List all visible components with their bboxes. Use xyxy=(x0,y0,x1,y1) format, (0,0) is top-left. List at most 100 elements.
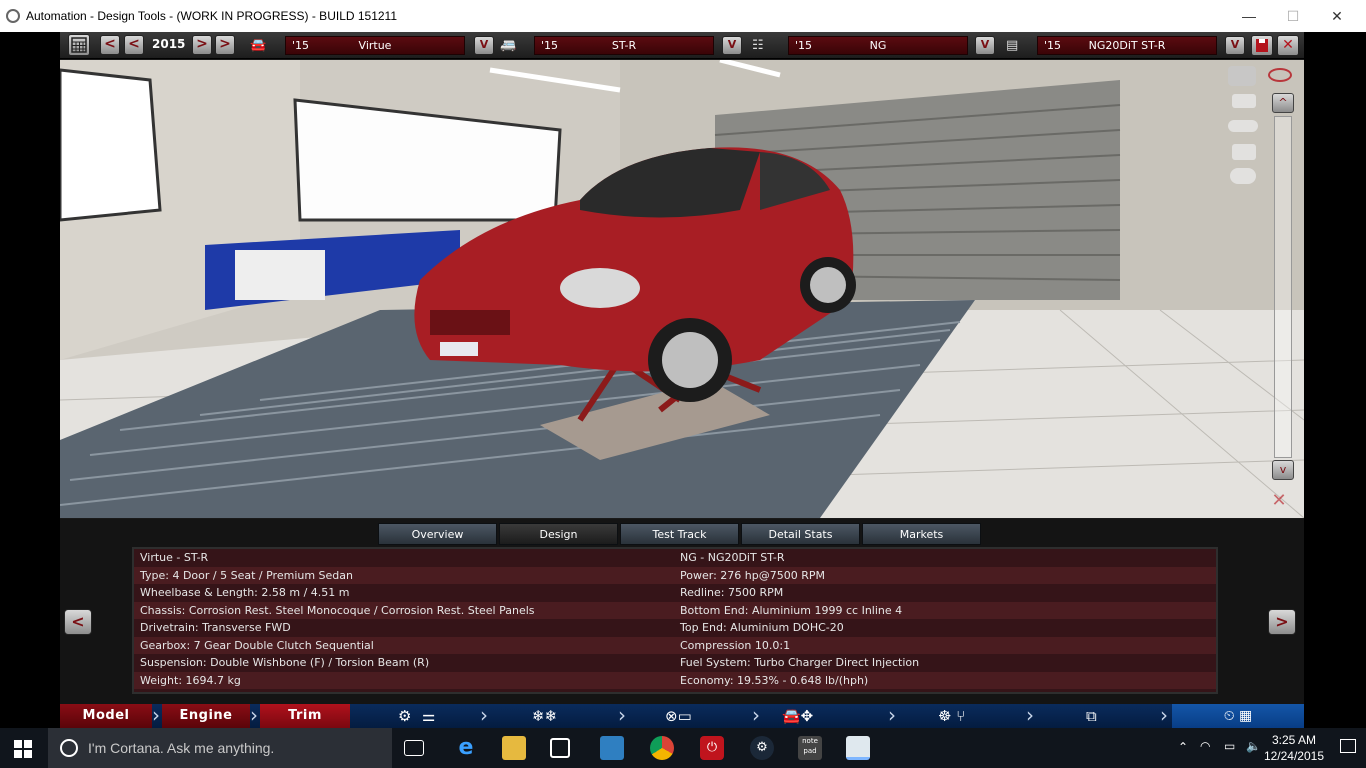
spec-weight: Weight: 1694.7 kg xyxy=(140,673,241,687)
car-model-icon: 🚘 xyxy=(250,38,267,53)
scroll-down-button[interactable]: v xyxy=(1272,460,1294,480)
file-explorer-icon[interactable] xyxy=(502,736,526,760)
model-dropdown-button[interactable]: V xyxy=(474,36,494,55)
trim-dropdown-button[interactable]: V xyxy=(722,36,742,55)
eye-icon[interactable] xyxy=(1268,68,1292,82)
garage-scene xyxy=(60,60,1304,518)
volume-icon[interactable]: 🔈 xyxy=(1246,739,1261,753)
spec-row: Virtue - ST-R NG - NG20DiT ST-R xyxy=(134,549,1216,567)
engine-block-icon: ☷ xyxy=(752,38,764,53)
year-next-fast-button[interactable]: > xyxy=(215,35,235,55)
spec-bottom-end: Bottom End: Aluminium 1999 cc Inline 4 xyxy=(680,603,903,617)
close-icon[interactable]: ✕ xyxy=(1277,35,1299,56)
tab-detail-stats[interactable]: Detail Stats xyxy=(741,523,860,545)
spec-power: Power: 276 hp@7500 RPM xyxy=(680,568,825,582)
spec-fuel-system: Fuel System: Turbo Charger Direct Inject… xyxy=(680,656,920,669)
automation-app-icon[interactable] xyxy=(846,736,870,760)
spec-compression: Compression 10.0:1 xyxy=(680,638,791,652)
app-icon-blue[interactable] xyxy=(600,736,624,760)
disable-view-icon[interactable]: ✕ xyxy=(1266,490,1292,512)
game-window: < < 2015 > > 🚘 '15 Virtue V 🚐 '15 ST-R V… xyxy=(60,32,1304,728)
chevron-right-icon: › xyxy=(1026,703,1034,727)
minimize-button[interactable]: — xyxy=(1226,0,1272,32)
tray-chevron-icon[interactable]: ⌃ xyxy=(1178,740,1188,754)
model-name: Virtue xyxy=(358,39,392,52)
network-icon[interactable]: ◠ xyxy=(1200,739,1210,753)
window-title: Automation - Design Tools - (WORK IN PRO… xyxy=(26,9,398,23)
store-icon[interactable] xyxy=(550,738,570,758)
prev-page-button[interactable]: < xyxy=(64,609,92,635)
body-aero-icon[interactable]: 🚘✥ xyxy=(782,707,813,725)
steering-wheel-icon[interactable]: ☸ ⑂ xyxy=(938,707,965,725)
spec-gearbox: Gearbox: 7 Gear Double Clutch Sequential xyxy=(140,638,374,652)
cortana-circle-icon xyxy=(60,739,78,757)
trim-select[interactable]: '15 ST-R xyxy=(534,36,714,55)
view-top-icon[interactable] xyxy=(1230,168,1256,184)
gearbox-icon[interactable]: ⚌ xyxy=(422,707,435,725)
gear-icon[interactable]: ⚙ xyxy=(398,707,411,725)
spec-redline: Redline: 7500 RPM xyxy=(680,586,784,599)
cortana-placeholder: I'm Cortana. Ask me anything. xyxy=(88,740,275,756)
app-icon xyxy=(6,9,20,23)
calendar-icon[interactable] xyxy=(68,34,90,56)
spec-type: Type: 4 Door / 5 Seat / Premium Sedan xyxy=(140,568,354,582)
trim-icon: 🚐 xyxy=(500,38,517,53)
suspension-icon[interactable]: ⧉ xyxy=(1086,707,1097,725)
car-3d-viewport[interactable]: ^ v ✕ xyxy=(60,60,1304,518)
spec-panel: Virtue - ST-R NG - NG20DiT ST-R Type: 4 D… xyxy=(132,547,1218,694)
engine-family-dropdown-button[interactable]: V xyxy=(975,36,995,55)
action-center-icon[interactable] xyxy=(1340,739,1356,753)
clock[interactable]: 3:25 AM 12/24/2015 xyxy=(1264,732,1324,764)
spec-chassis: Chassis: Corrosion Rest. Steel Monocoque… xyxy=(140,603,535,617)
spec-economy: Economy: 19.53% - 0.648 lb/(hph) xyxy=(680,673,869,687)
chrome-icon[interactable] xyxy=(650,736,674,760)
finish-icon[interactable]: ⏲ ▦ xyxy=(1172,704,1304,728)
chevron-right-icon: › xyxy=(480,703,488,727)
chevron-right-icon: › xyxy=(1160,703,1168,727)
steam-icon[interactable]: ⚙ xyxy=(750,736,774,760)
tab-overview[interactable]: Overview xyxy=(378,523,497,545)
tab-markets[interactable]: Markets xyxy=(862,523,981,545)
notepad-icon[interactable]: note pad xyxy=(798,736,822,760)
spec-drivetrain: Drivetrain: Transverse FWD xyxy=(140,621,291,634)
engine-name: NG - NG20DiT ST-R xyxy=(680,551,785,564)
windows-start-icon[interactable] xyxy=(14,740,32,758)
view-front-icon[interactable] xyxy=(1232,94,1256,108)
engine-variant-select[interactable]: '15 NG20DiT ST-R xyxy=(1037,36,1217,55)
spec-row: Type: 4 Door / 5 Seat / Premium Sedan Pow… xyxy=(134,566,1216,584)
nav-engine[interactable]: Engine xyxy=(162,704,250,728)
tab-test-track[interactable]: Test Track xyxy=(620,523,739,545)
wheels-icon[interactable]: ❄❄ xyxy=(532,707,557,725)
close-window-button[interactable]: ✕ xyxy=(1314,0,1360,32)
nav-model[interactable]: Model xyxy=(60,704,152,728)
edge-icon[interactable]: e xyxy=(454,736,478,760)
camera-icon[interactable] xyxy=(1228,66,1256,86)
chevron-right-icon: › xyxy=(888,703,896,727)
tab-design[interactable]: Design xyxy=(499,523,618,545)
chevron-right-icon: › xyxy=(250,703,258,727)
info-section: Overview Design Test Track Detail Stats … xyxy=(60,519,1304,704)
model-select[interactable]: '15 Virtue xyxy=(285,36,465,55)
brakes-icon[interactable]: ⊗▭ xyxy=(665,707,692,725)
spec-row: Wheelbase & Length: 2.58 m / 4.51 m Redli… xyxy=(134,584,1216,602)
view-side-icon[interactable] xyxy=(1228,120,1258,132)
save-icon[interactable] xyxy=(1251,35,1273,56)
scroll-up-button[interactable]: ^ xyxy=(1272,93,1294,113)
zoom-scrollbar[interactable] xyxy=(1274,116,1292,458)
year-next-button[interactable]: > xyxy=(192,35,212,55)
battery-icon[interactable]: ▭ xyxy=(1224,739,1235,753)
power-app-icon[interactable]: ⏻ xyxy=(700,736,724,760)
nav-trim[interactable]: Trim xyxy=(260,704,350,728)
task-view-icon[interactable] xyxy=(404,740,424,756)
maximize-button[interactable]: ☐ xyxy=(1270,0,1316,32)
engine-family-name: NG xyxy=(869,39,887,52)
year-prev-fast-button[interactable]: < xyxy=(100,35,120,55)
view-rear-icon[interactable] xyxy=(1232,144,1256,160)
next-page-button[interactable]: > xyxy=(1268,609,1296,635)
spec-row: Chassis: Corrosion Rest. Steel Monocoque… xyxy=(134,601,1216,619)
chevron-right-icon: › xyxy=(618,703,626,727)
engine-variant-dropdown-button[interactable]: V xyxy=(1225,36,1245,55)
year-prev-button[interactable]: < xyxy=(124,35,144,55)
cortana-search-box[interactable]: I'm Cortana. Ask me anything. xyxy=(48,728,392,768)
engine-family-select[interactable]: '15 NG xyxy=(788,36,968,55)
